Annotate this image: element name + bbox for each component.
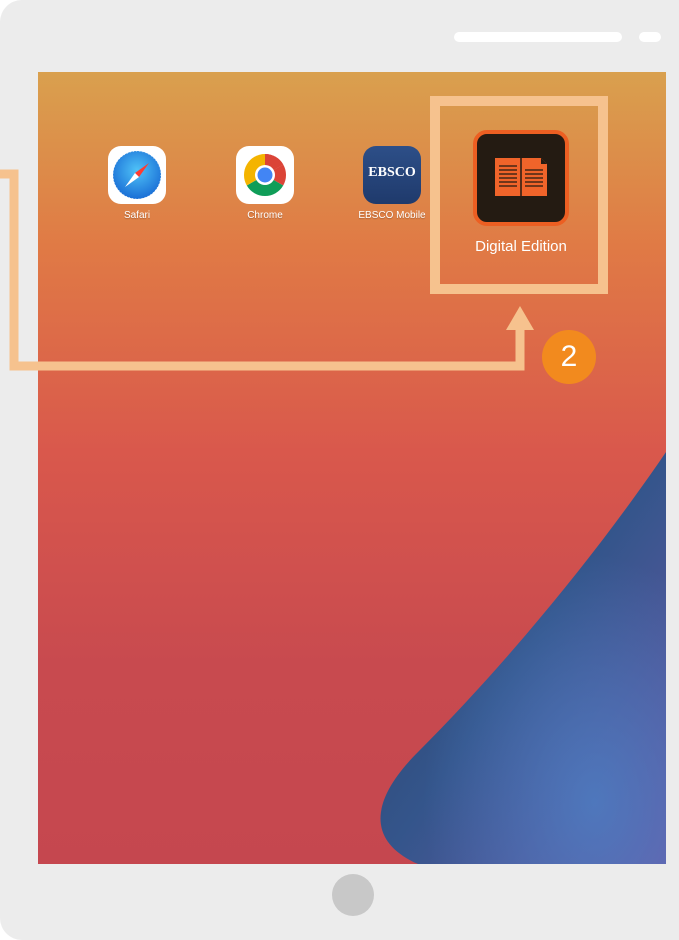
speaker-slot: [454, 32, 622, 42]
tablet-frame: Safari Chrome EBSCO EBSCO Mobile Digital…: [0, 0, 679, 940]
camera-slot: [639, 32, 661, 42]
app-label-chrome: Chrome: [247, 210, 283, 221]
app-chrome[interactable]: Chrome: [220, 146, 310, 221]
ebsco-icon-text: EBSCO: [368, 165, 416, 180]
app-ebsco-mobile[interactable]: EBSCO EBSCO Mobile: [347, 146, 437, 221]
app-label-digital-edition: Digital Edition: [475, 238, 567, 255]
safari-compass-icon: [108, 146, 166, 204]
open-book-icon: [473, 130, 569, 226]
app-digital-edition[interactable]: Digital Edition: [448, 130, 594, 255]
app-label-safari: Safari: [123, 210, 151, 221]
home-button[interactable]: [332, 874, 374, 916]
app-safari[interactable]: Safari: [92, 146, 182, 221]
app-label-ebsco: EBSCO Mobile: [358, 210, 426, 221]
ebsco-icon: EBSCO: [363, 146, 421, 204]
chrome-icon: [236, 146, 294, 204]
step-number-badge: 2: [542, 330, 596, 384]
